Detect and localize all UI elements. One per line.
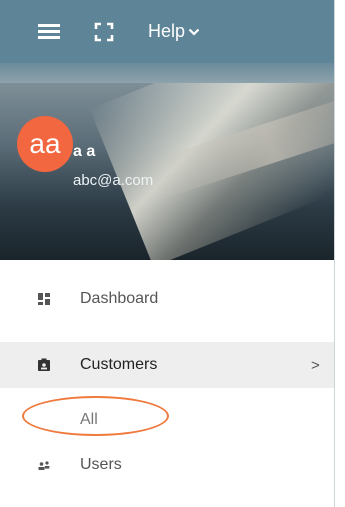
top-bar-shadow: [0, 63, 334, 83]
users-icon: [38, 461, 50, 470]
menu-item-label: Dashboard: [80, 290, 159, 307]
app-frame: Help aa a a abc@a.com Dashboard Customer…: [0, 0, 335, 507]
highlight-ring: [22, 396, 169, 436]
menu-item-label: Users: [80, 456, 122, 473]
customers-icon: [38, 358, 50, 371]
menu-item-users[interactable]: Users: [0, 442, 334, 488]
chevron-right-icon: >: [311, 356, 320, 374]
user-email: abc@a.com: [73, 172, 154, 189]
avatar-initials: aa: [29, 128, 61, 159]
menu-item-dashboard[interactable]: Dashboard: [0, 276, 334, 322]
help-label: Help: [148, 21, 186, 41]
help-menu-button[interactable]: Help: [148, 21, 200, 42]
menu-item-label: Customers: [80, 356, 158, 373]
hamburger-icon[interactable]: [38, 24, 60, 40]
dashboard-icon: [38, 293, 50, 305]
chevron-down-icon: [188, 28, 200, 36]
avatar[interactable]: aa: [17, 116, 73, 172]
menu-item-customers[interactable]: Customers >: [0, 342, 334, 388]
top-bar: Help: [0, 0, 334, 63]
user-name: a a: [73, 143, 96, 160]
fullscreen-icon[interactable]: [94, 22, 114, 42]
